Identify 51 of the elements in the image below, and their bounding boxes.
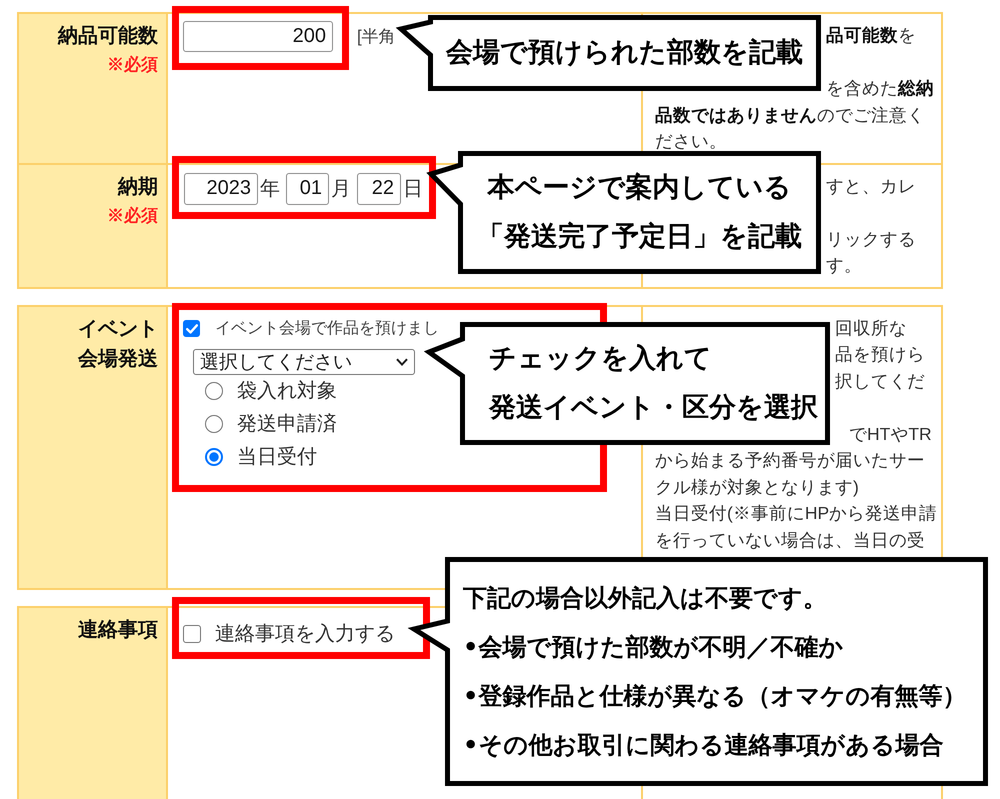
input-field[interactable]: 01 [286,172,329,204]
callout-text: 「発送完了予定日」を記載 [477,220,802,254]
note-text: 品可能数を [826,24,916,47]
callout-text: 本ページで案内している [488,171,792,205]
dropdown[interactable]: 選択してください [193,348,415,374]
unit-label: 月 [331,177,351,202]
input-field[interactable]: 2023 [184,172,258,204]
radio-button[interactable] [205,448,223,466]
callout-text: •登録作品と仕様が異なる（オマケの有無等） [463,681,966,711]
note-text: 択してくだ [835,370,925,392]
input-field[interactable]: 200 [183,21,333,52]
checkbox[interactable] [183,624,201,642]
note-text: から始まる予約番号が届いたサー [655,449,925,472]
field-label: 連絡事項 [78,618,158,642]
note-text: を含めた総納 [826,77,934,100]
unit-label: 日 [403,177,423,202]
field-label: 納期 [118,174,158,200]
radio-button[interactable] [205,415,223,433]
checkmark-icon [186,324,198,334]
note-text: す。 [826,254,862,277]
note-text: でHTやTR [849,422,932,446]
note-text: リックする [826,228,916,250]
field-label: 納品可能数 [58,24,158,49]
callout-text: チェックを入れて [489,342,712,376]
note-text: ださい。 [655,130,727,153]
checkbox-label: 連絡事項を入力する [215,622,395,646]
input-field[interactable]: 22 [357,172,401,204]
callout-text: •その他お取引に関わる連絡事項がある場合 [463,730,944,760]
chevron-down-icon [396,358,408,366]
radio-label: 当日受付 [237,445,317,469]
radio-label: 袋入れ対象 [237,379,337,403]
note-text: すと、カレ [826,174,916,198]
hint-text: [半角 [357,26,396,48]
radio-button[interactable] [205,382,223,400]
radio-label: 発送申請済 [237,412,337,436]
note-text: 品数ではありませんのでご注意く [655,104,925,126]
note-text: 当日受付(※事前にHPから発送申請 [655,502,938,525]
callout-text: •会場で預けた部数が不明／不確か [463,632,844,662]
unit-label: 年 [260,177,280,202]
required-note: ※必須 [107,54,158,76]
note-text: を行っていない場合は、当日の受 [655,528,925,552]
callout-text: 会場で預けられた部数を記載 [446,36,803,70]
checkbox[interactable] [183,320,200,337]
field-label: イベント会場発送 [76,316,158,372]
callout-text: 発送イベント・区分を選択 [489,391,818,425]
note-text: 品を預けら [835,343,925,366]
note-text: 回収所な [835,316,907,340]
checkbox-label: イベント会場で作品を預けまし [215,320,439,338]
callout-text: 下記の場合以外記入は不要です。 [463,583,827,613]
required-note: ※必須 [107,204,158,226]
note-text: クル様が対象となります) [655,476,859,499]
